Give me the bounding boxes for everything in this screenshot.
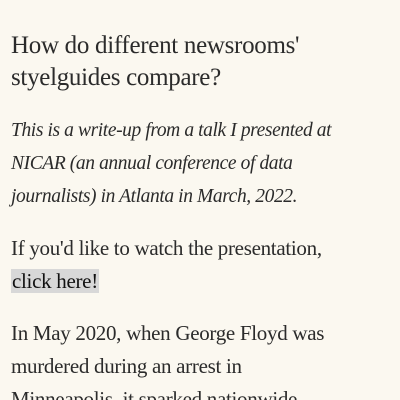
intro-note: This is a write-up from a talk I present… (11, 114, 391, 213)
page-title: How do different newsrooms' styelguides … (11, 30, 391, 94)
intro-line: journalists) in Atlanta in March, 2022. (11, 186, 298, 207)
presentation-link[interactable]: click here! (11, 269, 99, 293)
body-line: In May 2020, when George Floyd was (11, 321, 325, 345)
body-line: murdered during an arrest in (11, 354, 242, 378)
intro-line: This is a write-up from a talk I present… (11, 120, 332, 141)
presentation-paragraph: If you'd like to watch the presentation,… (11, 232, 396, 298)
presentation-text: If you'd like to watch the presentation, (11, 236, 322, 260)
article: How do different newsrooms' styelguides … (0, 0, 400, 400)
title-line: How do different newsrooms' (11, 32, 300, 59)
body-line: Minneapolis, it sparked nationwide (11, 387, 298, 400)
title-line: styelguides compare? (11, 64, 221, 91)
intro-line: NICAR (an annual conference of data (11, 153, 293, 174)
body-paragraph: In May 2020, when George Floyd was murde… (11, 317, 396, 400)
